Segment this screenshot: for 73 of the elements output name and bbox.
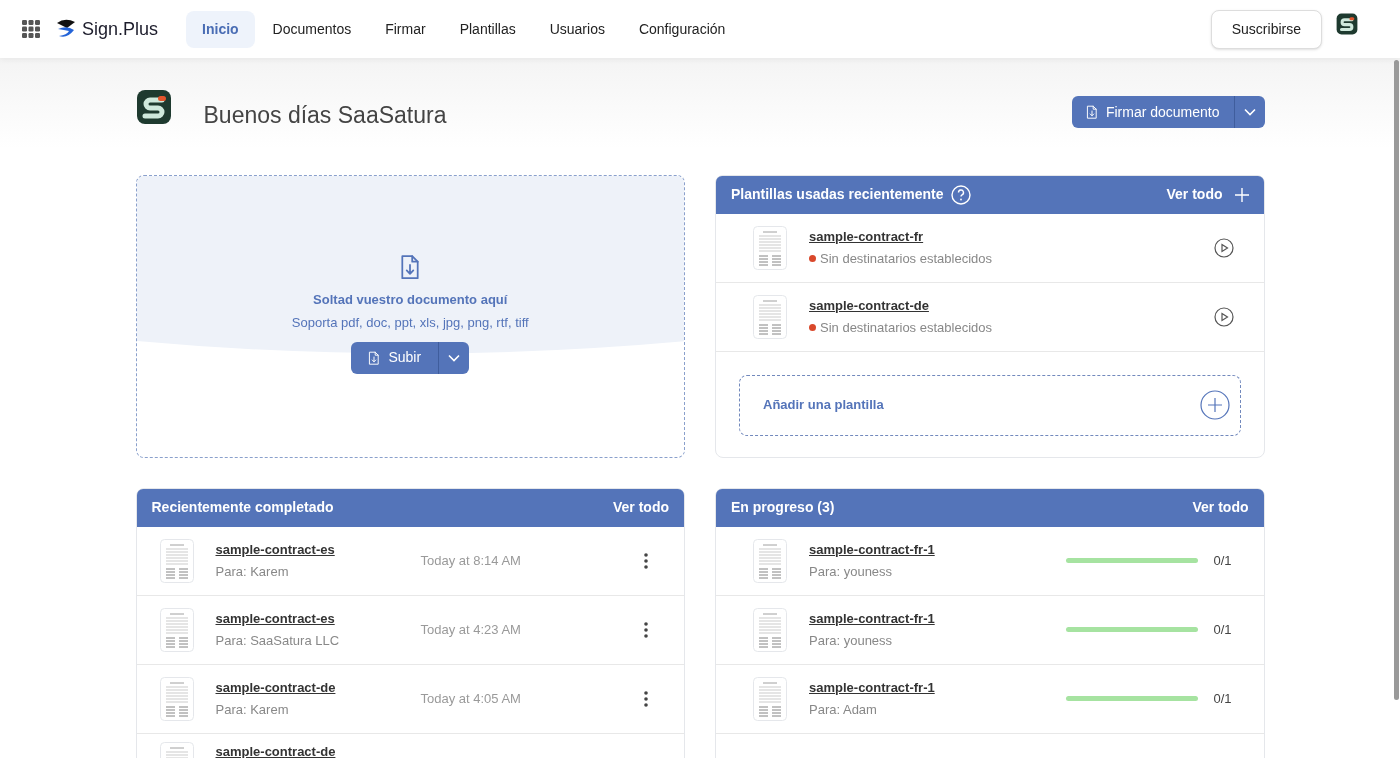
completed-time: Today at 4:23 AM: [420, 620, 521, 639]
document-name-link[interactable]: sample-contract-de: [215, 741, 421, 758]
template-name-link[interactable]: sample-contract-fr: [809, 226, 1214, 246]
completed-time: Today at 8:14 AM: [420, 551, 521, 570]
view-all-link[interactable]: Ver todo: [1192, 497, 1249, 518]
document-thumbnail-icon: [753, 294, 787, 339]
help-icon[interactable]: [951, 184, 972, 205]
upload-button[interactable]: Subir: [351, 341, 470, 374]
recipient-text: Para: Karem: [215, 563, 290, 581]
drop-subtitle: Soporta pdf, doc, ppt, xls, jpg, png, rtf, tiff: [291, 314, 529, 333]
upload-label: Subir: [388, 348, 422, 368]
document-thumbnail-icon: [753, 607, 787, 652]
plus-icon[interactable]: [1234, 187, 1249, 202]
chevron-down-icon: [1243, 108, 1256, 117]
document-name-link[interactable]: sample-contract-es: [215, 539, 421, 559]
document-thumbnail-icon: [753, 538, 787, 583]
template-status: Sin destinatarios establecidos: [820, 250, 992, 268]
recipient-text: Para: SaaSatura LLC: [215, 632, 341, 650]
document-name-link[interactable]: sample-contract-fr-1: [809, 608, 1067, 628]
plus-circle-icon: [1199, 390, 1230, 420]
nav-tab[interactable]: Inicio: [186, 10, 255, 48]
chevron-down-icon: [448, 353, 461, 362]
upload-drop-zone[interactable]: Soltad vuestro documento aquí Soporta pdf, doc, ppt, xls, jpg, png, rtf, tiff Subir: [135, 174, 685, 458]
drop-title: Soltad vuestro documento aquí: [313, 290, 508, 309]
brand-name: Sign.Plus: [82, 17, 159, 41]
nav-tab[interactable]: Firmar: [369, 10, 442, 48]
avatar-logo-icon: [1336, 13, 1358, 35]
document-thumbnail-icon: [753, 676, 787, 721]
card-title: En progreso (3): [731, 498, 835, 517]
recipient-text: Para: youness: [809, 563, 894, 581]
file-download-icon: [1085, 105, 1098, 120]
recipient-text: Para: Adam: [809, 701, 878, 719]
document-name-link[interactable]: sample-contract-fr-1: [809, 539, 1067, 559]
document-name-link[interactable]: sample-contract-es: [215, 608, 421, 628]
card-title: Plantillas usadas recientemente: [731, 185, 944, 204]
subscribe-button[interactable]: Suscribirse: [1210, 9, 1322, 49]
avatar-logo-icon: [135, 89, 172, 126]
file-download-icon: [399, 253, 422, 280]
view-all-link[interactable]: Ver todo: [613, 497, 669, 518]
more-options-icon[interactable]: [644, 552, 648, 569]
view-all-link[interactable]: Ver todo: [1166, 184, 1223, 205]
nav-tab[interactable]: Documentos: [256, 10, 368, 48]
nav-tab[interactable]: Plantillas: [443, 10, 532, 48]
greeting-title: Buenos días SaaSatura: [203, 101, 447, 130]
file-download-icon: [368, 350, 381, 366]
document-thumbnail-icon: [159, 538, 194, 583]
completed-time: Today at 4:05 AM: [420, 689, 521, 708]
apps-grid-icon[interactable]: [22, 20, 40, 38]
recipient-text: Para: youness: [809, 632, 894, 650]
scrollbar[interactable]: [1394, 60, 1399, 700]
document-thumbnail-icon: [159, 676, 194, 721]
document-name-link[interactable]: sample-contract-de: [215, 677, 421, 697]
document-name-link[interactable]: sample-contract-fr-1: [809, 677, 1067, 697]
document-thumbnail-icon: [753, 225, 787, 270]
nav-tab[interactable]: Configuración: [622, 10, 742, 48]
card-title: Recientemente completado: [151, 498, 334, 517]
more-options-icon[interactable]: [644, 621, 648, 638]
play-icon[interactable]: [1213, 306, 1234, 327]
template-status: Sin destinatarios establecidos: [820, 319, 992, 337]
brand-logo-icon: [55, 19, 77, 39]
progress-count: 0/1: [1213, 689, 1232, 708]
document-thumbnail-icon: [159, 607, 194, 652]
template-name-link[interactable]: sample-contract-de: [809, 295, 1214, 315]
nav-tab[interactable]: Usuarios: [533, 10, 621, 48]
add-template-label: Añadir una plantilla: [763, 396, 884, 415]
play-icon[interactable]: [1213, 237, 1234, 258]
sign-document-label: Firmar documento: [1105, 102, 1220, 122]
add-template-button[interactable]: Añadir una plantilla: [739, 374, 1241, 436]
progress-count: 0/1: [1213, 551, 1232, 570]
progress-count: 0/1: [1213, 620, 1232, 639]
recipient-text: Para: Karem: [215, 701, 290, 719]
sign-document-button[interactable]: Firmar documento: [1071, 96, 1265, 129]
more-options-icon[interactable]: [644, 690, 648, 707]
